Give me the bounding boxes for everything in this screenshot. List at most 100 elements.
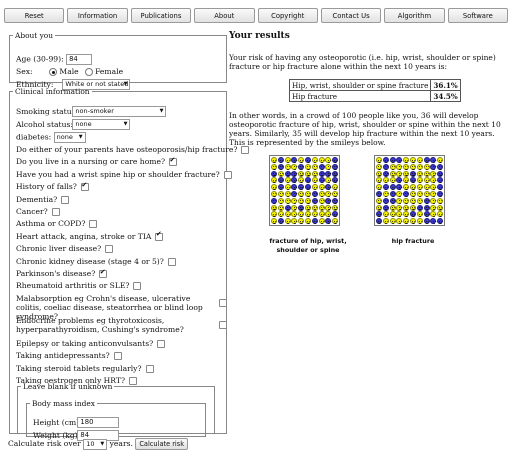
- smiley-unaffected-icon: [403, 218, 410, 225]
- smiley-unaffected-icon: [311, 157, 318, 163]
- smiley-affected-icon: [376, 190, 382, 197]
- question-checkbox[interactable]: [99, 268, 108, 278]
- height-label: Height (cm):: [33, 417, 82, 427]
- male-label: Male: [59, 67, 79, 76]
- question-label: Epilepsy or taking anticonvulsants?: [16, 338, 154, 348]
- publications-button[interactable]: Publications: [130, 8, 192, 23]
- smiley-unaffected-icon: [277, 211, 284, 218]
- female-radio[interactable]: [85, 68, 94, 76]
- smiley-affected-icon: [304, 157, 311, 163]
- question-checkbox[interactable]: [61, 195, 70, 204]
- smiley-grid-any-fracture: [269, 155, 341, 227]
- question-checkbox[interactable]: [155, 230, 164, 241]
- question-checkbox[interactable]: [113, 352, 122, 361]
- years-select[interactable]: 10 ▼: [83, 438, 108, 450]
- calculate-risk-button[interactable]: Calculate risk: [135, 438, 189, 450]
- smiley-affected-icon: [332, 157, 339, 163]
- height-input[interactable]: 180: [77, 417, 120, 428]
- question-checkbox[interactable]: [223, 170, 232, 179]
- smiley-affected-icon: [430, 157, 437, 163]
- alcohol-select[interactable]: none ▼: [72, 119, 131, 130]
- smiley-affected-icon: [382, 184, 389, 191]
- smiley-affected-icon: [389, 157, 396, 163]
- contact-us-button[interactable]: Contact Us: [320, 8, 382, 23]
- smiley-unaffected-icon: [318, 157, 325, 163]
- question-checkbox[interactable]: [219, 298, 227, 307]
- smiley-unaffected-icon: [376, 163, 382, 170]
- smiley-unaffected-icon: [376, 197, 382, 204]
- question-checkbox[interactable]: [219, 321, 227, 330]
- smiley-affected-icon: [298, 204, 305, 211]
- about-you-legend: About you: [15, 31, 53, 40]
- about-button[interactable]: About: [194, 8, 255, 23]
- smiley-affected-icon: [396, 184, 403, 191]
- male-radio[interactable]: [49, 68, 58, 76]
- diabetes-select[interactable]: none ▼: [53, 132, 86, 143]
- smiley-unaffected-icon: [382, 190, 389, 197]
- smiley-affected-icon: [423, 197, 430, 204]
- question-label: Parkinson's disease?: [16, 269, 96, 278]
- smiley-affected-icon: [291, 184, 298, 191]
- smiley-unaffected-icon: [403, 211, 410, 218]
- question-checkbox[interactable]: [133, 282, 142, 291]
- smiley-unaffected-icon: [396, 218, 403, 225]
- smiley-unaffected-icon: [376, 184, 382, 191]
- question-checkbox[interactable]: [241, 146, 250, 154]
- smoking-select[interactable]: non-smoker ▼: [72, 106, 167, 117]
- smiley-affected-icon: [382, 170, 389, 177]
- question-checkbox[interactable]: [51, 208, 60, 216]
- question-checkbox[interactable]: [169, 156, 178, 167]
- question-label: Do you live in a nursing or care home?: [16, 157, 166, 167]
- smiley-unaffected-icon: [277, 197, 284, 204]
- smiley-unaffected-icon: [403, 204, 410, 211]
- smiley-affected-icon: [437, 170, 444, 177]
- chevron-down-icon: ▼: [78, 134, 83, 140]
- smiley-unaffected-icon: [376, 204, 382, 211]
- clinical-info-fieldset: Clinical information Smoking status: non…: [9, 87, 250, 441]
- smiley-affected-icon: [277, 218, 284, 225]
- smiley-affected-icon: [325, 218, 332, 225]
- smiley-affected-icon: [376, 211, 382, 218]
- smiley-affected-icon: [423, 218, 430, 225]
- information-button[interactable]: Information: [67, 8, 128, 23]
- smiley-unaffected-icon: [423, 177, 430, 184]
- smiley-unaffected-icon: [376, 177, 382, 184]
- age-input[interactable]: 84: [66, 54, 93, 65]
- smiley-unaffected-icon: [311, 177, 318, 184]
- question-checkbox[interactable]: [157, 339, 166, 348]
- smiley-unaffected-icon: [389, 163, 396, 170]
- smiley-unaffected-icon: [332, 204, 339, 211]
- clinical-info-legend: Clinical information: [15, 87, 90, 96]
- question-label: Taking steroid tablets regularly?: [16, 363, 142, 373]
- smiley-affected-icon: [318, 163, 325, 170]
- diabetes-label: diabetes:: [16, 132, 52, 142]
- smiley-unaffected-icon: [396, 170, 403, 177]
- software-button[interactable]: Software: [447, 8, 508, 23]
- smiley-affected-icon: [437, 163, 444, 170]
- question-checkbox[interactable]: [167, 257, 176, 266]
- bmi-legend: Body mass index: [32, 399, 95, 408]
- question-row: Taking steroid tablets regularly?: [16, 364, 154, 373]
- smiley-unaffected-icon: [403, 177, 410, 184]
- smiley-unaffected-icon: [332, 184, 339, 191]
- smiley-unaffected-icon: [416, 170, 423, 177]
- smiley-affected-icon: [284, 170, 291, 177]
- question-label: Asthma or COPD?: [16, 219, 86, 229]
- question-checkbox[interactable]: [145, 364, 154, 373]
- smiley-affected-icon: [423, 204, 430, 211]
- smiley-affected-icon: [284, 204, 291, 211]
- smiley-unaffected-icon: [416, 190, 423, 197]
- question-checkbox[interactable]: [80, 181, 89, 192]
- smiley-unaffected-icon: [430, 190, 437, 197]
- smiley-affected-icon: [396, 177, 403, 184]
- copyright-button[interactable]: Copyright: [257, 8, 318, 23]
- smiley-affected-icon: [271, 197, 277, 204]
- smiley-unaffected-icon: [376, 170, 382, 177]
- algorithm-button[interactable]: Algorithm: [384, 8, 445, 23]
- sex-label: Sex:: [16, 67, 33, 76]
- question-checkbox[interactable]: [105, 245, 114, 254]
- smiley-unaffected-icon: [437, 211, 444, 218]
- question-checkbox[interactable]: [89, 220, 98, 229]
- reset-button[interactable]: Reset: [4, 8, 65, 23]
- smiley-unaffected-icon: [403, 184, 410, 191]
